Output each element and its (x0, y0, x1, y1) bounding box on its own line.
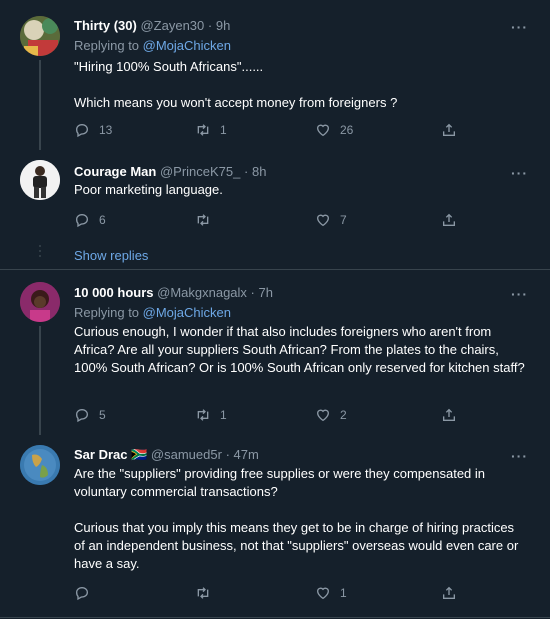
tweet-header: Courage Man @PrinceK75_ · 8h (74, 164, 266, 180)
replying-to-prefix: Replying to (74, 38, 143, 53)
retweet-icon (197, 409, 209, 421)
tweet-paragraph: Curious that you imply this means they g… (74, 520, 519, 571)
like-count: 26 (340, 123, 354, 137)
thread-line (39, 326, 41, 435)
retweet-button[interactable] (195, 585, 211, 601)
retweet-icon (197, 214, 209, 226)
display-name[interactable]: 10 000 hours (74, 285, 154, 300)
replying-to-link[interactable]: @MojaChicken (143, 305, 231, 320)
tweet-1[interactable]: Thirty (30) @Zayen30 · 9h ··· Replying t… (0, 0, 550, 150)
more-options-icon[interactable]: ··· (511, 449, 528, 463)
tweet-actions: 6 7 (74, 212, 474, 230)
timestamp[interactable]: 8h (252, 164, 266, 179)
reply-icon (75, 586, 89, 601)
show-replies-link[interactable]: Show replies (74, 248, 148, 263)
separator-dot: · (207, 18, 213, 33)
user-handle[interactable]: @Makgxnagalx (157, 285, 247, 300)
retweet-icon (197, 124, 209, 136)
like-button[interactable]: 2 (315, 407, 347, 423)
tweet-header: Sar Drac 🇿🇦 @samued5r · 47m (74, 447, 259, 463)
reply-button[interactable]: 13 (74, 122, 112, 138)
avatar[interactable] (20, 445, 60, 485)
reply-count: 6 (99, 213, 106, 227)
more-options-icon[interactable]: ··· (511, 20, 528, 34)
tweet-actions: 5 1 2 (74, 407, 474, 425)
heart-icon (316, 214, 330, 227)
divider (0, 617, 550, 618)
share-button[interactable] (441, 407, 457, 423)
avatar[interactable] (20, 282, 60, 322)
share-icon (443, 213, 455, 226)
like-count: 7 (340, 213, 347, 227)
user-handle[interactable]: @Zayen30 (140, 18, 204, 33)
retweet-button[interactable]: 1 (195, 122, 227, 138)
tweet-paragraph: Curious enough, I wonder if that also in… (74, 324, 525, 375)
heart-icon (316, 124, 330, 137)
replying-to: Replying to @MojaChicken (74, 305, 231, 321)
share-button[interactable] (441, 212, 457, 228)
tweet-text: Are the "suppliers" providing free suppl… (74, 465, 524, 573)
share-button[interactable] (441, 122, 457, 138)
timestamp[interactable]: 9h (216, 18, 230, 33)
separator-dot: · (244, 164, 249, 179)
heart-icon (316, 409, 330, 422)
share-icon (443, 123, 455, 136)
user-handle[interactable]: @PrinceK75_ (160, 164, 240, 179)
retweet-button[interactable] (195, 212, 211, 228)
replying-to-link[interactable]: @MojaChicken (143, 38, 231, 53)
like-count: 1 (340, 586, 347, 600)
more-options-icon[interactable]: ··· (511, 166, 528, 180)
separator-dot: · (250, 285, 255, 300)
tweet-header: 10 000 hours @Makgxnagalx · 7h (74, 285, 273, 301)
retweet-button[interactable]: 1 (195, 407, 227, 423)
display-name[interactable]: Courage Man (74, 164, 156, 179)
thread-dots (38, 245, 42, 260)
tweet-3[interactable]: 10 000 hours @Makgxnagalx · 7h ··· Reply… (0, 270, 550, 435)
tweet-text: Curious enough, I wonder if that also in… (74, 323, 534, 377)
display-name[interactable]: Sar Drac (74, 447, 127, 462)
tweet-actions: 13 1 26 (74, 122, 474, 140)
like-button[interactable]: 26 (315, 122, 353, 138)
tweet-4[interactable]: Sar Drac 🇿🇦 @samued5r · 47m ··· Are the … (0, 435, 550, 619)
avatar[interactable] (20, 16, 60, 56)
like-button[interactable]: 7 (315, 212, 347, 228)
retweet-count: 1 (220, 123, 227, 137)
tweet-text: "Hiring 100% South Africans"...... Which… (74, 58, 534, 112)
reply-button[interactable]: 5 (74, 407, 106, 423)
reply-count: 13 (99, 123, 113, 137)
reply-button[interactable] (74, 585, 90, 601)
avatar[interactable] (20, 160, 60, 200)
more-options-icon[interactable]: ··· (511, 287, 528, 301)
thread-line (39, 60, 41, 150)
reply-count: 5 (99, 408, 106, 422)
retweet-icon (197, 587, 209, 599)
replying-to-prefix: Replying to (74, 305, 143, 320)
tweet-paragraph: "Hiring 100% South Africans"...... (74, 59, 264, 74)
tweet-header: Thirty (30) @Zayen30 · 9h (74, 18, 230, 34)
reply-icon (75, 213, 89, 228)
tweet-paragraph: Which means you won't accept money from … (74, 95, 398, 110)
reply-icon (75, 408, 89, 423)
share-icon (443, 408, 455, 421)
share-icon (443, 586, 455, 599)
timestamp[interactable]: 7h (259, 285, 273, 300)
tweet-paragraph: Poor marketing language. (74, 182, 223, 197)
retweet-count: 1 (220, 408, 227, 422)
timestamp[interactable]: 47m (234, 447, 259, 462)
tweet-paragraph: Are the "suppliers" providing free suppl… (74, 466, 486, 499)
tweet-2[interactable]: Courage Man @PrinceK75_ · 8h ··· Poor ma… (0, 150, 550, 240)
display-name[interactable]: Thirty (30) (74, 18, 137, 33)
like-count: 2 (340, 408, 347, 422)
reply-icon (75, 123, 89, 138)
share-button[interactable] (441, 585, 457, 601)
heart-icon (316, 587, 330, 600)
like-button[interactable]: 1 (315, 585, 347, 601)
replying-to: Replying to @MojaChicken (74, 38, 231, 54)
separator-dot: · (225, 447, 230, 462)
flag-icon: 🇿🇦 (131, 447, 148, 462)
user-handle[interactable]: @samued5r (151, 447, 222, 462)
reply-button[interactable]: 6 (74, 212, 106, 228)
tweet-text: Poor marketing language. (74, 181, 534, 199)
tweet-actions: 1 (74, 585, 474, 603)
